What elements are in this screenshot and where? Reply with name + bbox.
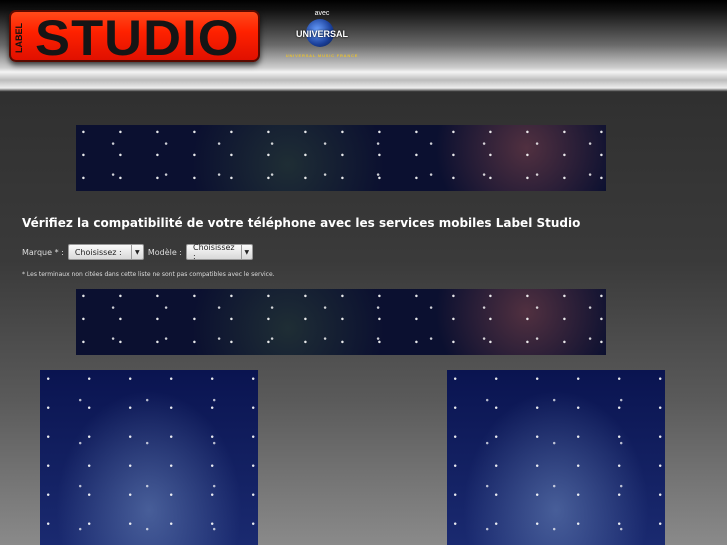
modele-select[interactable]: Choisissez : ▼ [186, 243, 253, 261]
header: LABEL STUDIO avec UNIVERSAL UNIVERSAL MU… [0, 0, 727, 92]
logo-studio-text: STUDIO [35, 10, 240, 66]
page-title: Vérifiez la compatibilité de votre télép… [22, 216, 581, 230]
chevron-down-icon: ▼ [240, 245, 252, 259]
modele-select-value: Choisissez : [193, 243, 235, 261]
marque-select-value: Choisissez : [74, 247, 122, 257]
chevron-down-icon: ▼ [130, 245, 143, 259]
marque-label: Marque * : [22, 247, 64, 257]
universal-logo: avec UNIVERSAL UNIVERSAL MUSIC FRANCE [282, 10, 362, 62]
partner-subtitle: UNIVERSAL MUSIC FRANCE [285, 53, 359, 58]
compatibility-form: Marque * : Choisissez : ▼ Modèle : Chois… [22, 243, 257, 261]
partner-name: UNIVERSAL [295, 29, 348, 39]
partner-prefix: avec [314, 10, 330, 17]
left-promo-image[interactable] [40, 370, 258, 545]
top-banner-image [76, 125, 606, 191]
right-promo-image[interactable] [447, 370, 665, 545]
middle-banner-image [76, 289, 606, 355]
logo-label-text: LABEL [14, 23, 24, 53]
modele-label: Modèle : [147, 247, 182, 257]
marque-select[interactable]: Choisissez : ▼ [67, 244, 144, 260]
label-studio-logo[interactable]: LABEL STUDIO [9, 10, 260, 66]
compatibility-note: * Les terminaux non citées dans cette li… [22, 271, 275, 278]
